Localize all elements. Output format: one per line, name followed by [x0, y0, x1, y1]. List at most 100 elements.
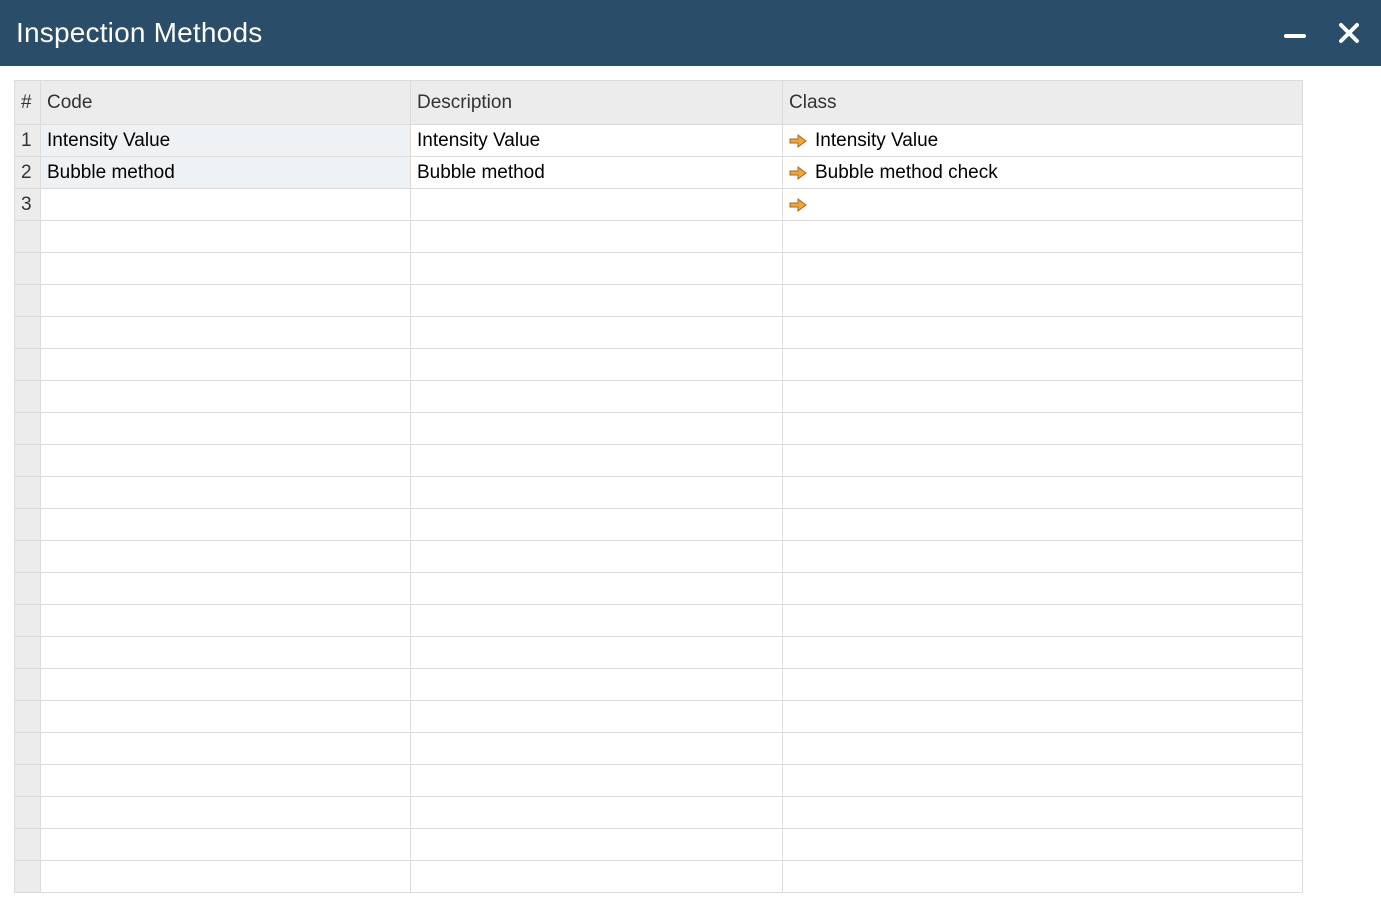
- cell-empty[interactable]: [411, 477, 783, 509]
- table-row[interactable]: [15, 637, 1303, 669]
- cell-empty[interactable]: [41, 381, 411, 413]
- row-number[interactable]: 1: [15, 125, 41, 157]
- cell-empty[interactable]: [41, 221, 411, 253]
- cell-empty[interactable]: [41, 637, 411, 669]
- cell-empty[interactable]: [411, 605, 783, 637]
- table-row[interactable]: [15, 317, 1303, 349]
- row-number[interactable]: [15, 765, 41, 797]
- cell-empty[interactable]: [41, 477, 411, 509]
- cell-description[interactable]: Bubble method: [411, 157, 783, 189]
- cell-empty[interactable]: [41, 317, 411, 349]
- cell-empty[interactable]: [783, 701, 1303, 733]
- table-row[interactable]: [15, 445, 1303, 477]
- row-number[interactable]: [15, 477, 41, 509]
- cell-empty[interactable]: [783, 285, 1303, 317]
- cell-empty[interactable]: [411, 669, 783, 701]
- arrow-right-icon[interactable]: [789, 198, 807, 212]
- table-row[interactable]: [15, 669, 1303, 701]
- cell-empty[interactable]: [411, 861, 783, 893]
- row-number[interactable]: [15, 349, 41, 381]
- row-number[interactable]: [15, 509, 41, 541]
- row-number[interactable]: [15, 829, 41, 861]
- row-number[interactable]: [15, 317, 41, 349]
- row-number[interactable]: [15, 445, 41, 477]
- row-number[interactable]: [15, 381, 41, 413]
- cell-empty[interactable]: [783, 413, 1303, 445]
- row-number[interactable]: 3: [15, 189, 41, 221]
- arrow-right-icon[interactable]: [789, 166, 807, 180]
- col-header-description[interactable]: Description: [411, 81, 783, 125]
- table-row[interactable]: [15, 349, 1303, 381]
- cell-empty[interactable]: [411, 733, 783, 765]
- col-header-num[interactable]: #: [15, 81, 41, 125]
- cell-empty[interactable]: [41, 413, 411, 445]
- row-number[interactable]: [15, 701, 41, 733]
- table-row[interactable]: [15, 285, 1303, 317]
- cell-empty[interactable]: [41, 669, 411, 701]
- cell-empty[interactable]: [41, 573, 411, 605]
- table-row[interactable]: [15, 765, 1303, 797]
- cell-code[interactable]: Bubble method: [41, 157, 411, 189]
- cell-class[interactable]: [783, 189, 1303, 221]
- row-number[interactable]: [15, 797, 41, 829]
- cell-description[interactable]: [411, 189, 783, 221]
- cell-empty[interactable]: [411, 221, 783, 253]
- cell-empty[interactable]: [411, 509, 783, 541]
- table-row[interactable]: 2Bubble methodBubble methodBubble method…: [15, 157, 1303, 189]
- minimize-button[interactable]: [1281, 19, 1309, 47]
- table-row[interactable]: [15, 701, 1303, 733]
- row-number[interactable]: [15, 413, 41, 445]
- row-number[interactable]: [15, 221, 41, 253]
- cell-empty[interactable]: [41, 541, 411, 573]
- cell-empty[interactable]: [783, 317, 1303, 349]
- table-row[interactable]: [15, 605, 1303, 637]
- table-row[interactable]: [15, 413, 1303, 445]
- col-header-class[interactable]: Class: [783, 81, 1303, 125]
- cell-empty[interactable]: [411, 349, 783, 381]
- cell-empty[interactable]: [41, 861, 411, 893]
- cell-empty[interactable]: [411, 285, 783, 317]
- table-row[interactable]: 1Intensity ValueIntensity ValueIntensity…: [15, 125, 1303, 157]
- cell-empty[interactable]: [411, 413, 783, 445]
- table-row[interactable]: [15, 381, 1303, 413]
- cell-empty[interactable]: [411, 701, 783, 733]
- row-number[interactable]: 2: [15, 157, 41, 189]
- cell-class[interactable]: Intensity Value: [783, 125, 1303, 157]
- cell-empty[interactable]: [783, 861, 1303, 893]
- cell-empty[interactable]: [411, 381, 783, 413]
- row-number[interactable]: [15, 637, 41, 669]
- cell-empty[interactable]: [41, 285, 411, 317]
- close-button[interactable]: [1335, 19, 1363, 47]
- cell-empty[interactable]: [783, 733, 1303, 765]
- row-number[interactable]: [15, 541, 41, 573]
- table-row[interactable]: [15, 509, 1303, 541]
- table-row[interactable]: [15, 861, 1303, 893]
- cell-empty[interactable]: [783, 605, 1303, 637]
- cell-empty[interactable]: [41, 797, 411, 829]
- cell-empty[interactable]: [41, 253, 411, 285]
- row-number[interactable]: [15, 253, 41, 285]
- cell-empty[interactable]: [783, 797, 1303, 829]
- cell-empty[interactable]: [41, 349, 411, 381]
- cell-empty[interactable]: [783, 829, 1303, 861]
- cell-empty[interactable]: [783, 637, 1303, 669]
- col-header-code[interactable]: Code: [41, 81, 411, 125]
- arrow-right-icon[interactable]: [789, 134, 807, 148]
- cell-empty[interactable]: [783, 669, 1303, 701]
- cell-empty[interactable]: [783, 765, 1303, 797]
- cell-empty[interactable]: [783, 541, 1303, 573]
- cell-class[interactable]: Bubble method check: [783, 157, 1303, 189]
- cell-empty[interactable]: [783, 573, 1303, 605]
- table-row[interactable]: [15, 541, 1303, 573]
- cell-empty[interactable]: [783, 349, 1303, 381]
- cell-empty[interactable]: [783, 477, 1303, 509]
- cell-code[interactable]: Intensity Value: [41, 125, 411, 157]
- cell-empty[interactable]: [41, 733, 411, 765]
- row-number[interactable]: [15, 285, 41, 317]
- cell-empty[interactable]: [411, 637, 783, 669]
- cell-empty[interactable]: [783, 221, 1303, 253]
- row-number[interactable]: [15, 605, 41, 637]
- cell-empty[interactable]: [411, 541, 783, 573]
- cell-empty[interactable]: [411, 797, 783, 829]
- cell-empty[interactable]: [41, 509, 411, 541]
